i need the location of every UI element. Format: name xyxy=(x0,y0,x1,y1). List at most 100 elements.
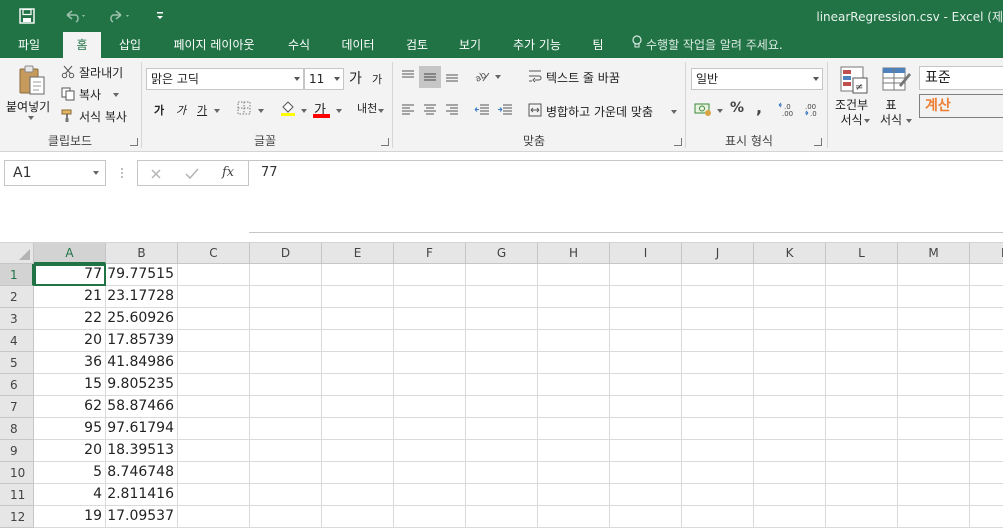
cell-i2[interactable] xyxy=(610,286,682,308)
cell-a7[interactable]: 62 xyxy=(34,396,106,418)
cell-h9[interactable] xyxy=(538,440,610,462)
cell-j4[interactable] xyxy=(682,330,754,352)
cell-k6[interactable] xyxy=(754,374,826,396)
row-header[interactable]: 10 xyxy=(0,462,34,484)
enter-check-icon[interactable] xyxy=(182,165,202,183)
cell-a4[interactable]: 20 xyxy=(34,330,106,352)
fill-color-icon[interactable] xyxy=(280,98,296,118)
cell-m2[interactable] xyxy=(898,286,970,308)
cell-c10[interactable] xyxy=(178,462,250,484)
cell-f3[interactable] xyxy=(394,308,466,330)
conditional-formatting-icon[interactable]: ≠ xyxy=(838,64,870,96)
copy-button[interactable]: 복사 xyxy=(79,86,101,103)
conditional-dropdown-icon[interactable] xyxy=(864,119,870,123)
cell-n6[interactable] xyxy=(970,374,1003,396)
cell-j12[interactable] xyxy=(682,506,754,528)
cell-e3[interactable] xyxy=(322,308,394,330)
underline-button[interactable]: 가 xyxy=(197,102,207,118)
cell-h6[interactable] xyxy=(538,374,610,396)
cell-f8[interactable] xyxy=(394,418,466,440)
cell-c4[interactable] xyxy=(178,330,250,352)
underline-dropdown-icon[interactable] xyxy=(214,109,220,113)
cell-style-normal[interactable]: 표준 xyxy=(919,66,1003,90)
alignment-launcher-icon[interactable] xyxy=(674,138,682,146)
cell-n1[interactable] xyxy=(970,264,1003,286)
cell-i10[interactable] xyxy=(610,462,682,484)
cell-h11[interactable] xyxy=(538,484,610,506)
cell-l1[interactable] xyxy=(826,264,898,286)
cell-k12[interactable] xyxy=(754,506,826,528)
font-color-dropdown-icon[interactable] xyxy=(336,109,342,113)
orientation-dropdown-icon[interactable] xyxy=(495,75,501,79)
cell-j7[interactable] xyxy=(682,396,754,418)
cell-m5[interactable] xyxy=(898,352,970,374)
cell-h5[interactable] xyxy=(538,352,610,374)
cell-l3[interactable] xyxy=(826,308,898,330)
row-header[interactable]: 1 xyxy=(0,264,34,286)
cell-f10[interactable] xyxy=(394,462,466,484)
cell-b4[interactable]: 17.85739 xyxy=(106,330,178,352)
cell-n7[interactable] xyxy=(970,396,1003,418)
cell-j1[interactable] xyxy=(682,264,754,286)
cell-c5[interactable] xyxy=(178,352,250,374)
select-all-button[interactable] xyxy=(0,243,34,264)
cell-l9[interactable] xyxy=(826,440,898,462)
cell-f11[interactable] xyxy=(394,484,466,506)
cell-a3[interactable]: 22 xyxy=(34,308,106,330)
row-header[interactable]: 9 xyxy=(0,440,34,462)
column-header-l[interactable]: L xyxy=(826,243,898,264)
cell-d6[interactable] xyxy=(250,374,322,396)
cell-e9[interactable] xyxy=(322,440,394,462)
cell-h1[interactable] xyxy=(538,264,610,286)
merge-center-button[interactable]: 병합하고 가운데 맞춤 xyxy=(546,103,653,120)
cell-f4[interactable] xyxy=(394,330,466,352)
cell-m12[interactable] xyxy=(898,506,970,528)
cell-b7[interactable]: 58.87466 xyxy=(106,396,178,418)
cell-e7[interactable] xyxy=(322,396,394,418)
align-center-icon[interactable] xyxy=(420,100,440,120)
cell-n8[interactable] xyxy=(970,418,1003,440)
cell-l8[interactable] xyxy=(826,418,898,440)
cell-m9[interactable] xyxy=(898,440,970,462)
table-dropdown-icon[interactable] xyxy=(906,119,912,123)
orientation-icon[interactable]: ab xyxy=(472,66,492,86)
cell-d11[interactable] xyxy=(250,484,322,506)
row-header[interactable]: 12 xyxy=(0,506,34,528)
cancel-icon[interactable] xyxy=(146,165,166,183)
format-as-table-button[interactable]: 표 서식 xyxy=(880,98,902,128)
increase-indent-icon[interactable] xyxy=(495,100,515,120)
cell-b11[interactable]: 2.811416 xyxy=(106,484,178,506)
cell-i11[interactable] xyxy=(610,484,682,506)
tab-formulas[interactable]: 수식 xyxy=(278,32,320,58)
cell-g12[interactable] xyxy=(466,506,538,528)
bold-button[interactable]: 가 xyxy=(154,102,164,118)
cell-h3[interactable] xyxy=(538,308,610,330)
cell-m10[interactable] xyxy=(898,462,970,484)
cell-m7[interactable] xyxy=(898,396,970,418)
cell-e2[interactable] xyxy=(322,286,394,308)
cell-k2[interactable] xyxy=(754,286,826,308)
italic-button[interactable]: 가 xyxy=(176,102,186,118)
cell-c9[interactable] xyxy=(178,440,250,462)
cell-n12[interactable] xyxy=(970,506,1003,528)
column-header-d[interactable]: D xyxy=(250,243,322,264)
cell-a10[interactable]: 5 xyxy=(34,462,106,484)
cell-d12[interactable] xyxy=(250,506,322,528)
tab-page-layout[interactable]: 페이지 레이아웃 xyxy=(160,32,268,58)
cell-g5[interactable] xyxy=(466,352,538,374)
phonetic-dropdown-icon[interactable] xyxy=(378,109,384,113)
cell-j10[interactable] xyxy=(682,462,754,484)
cell-a8[interactable]: 95 xyxy=(34,418,106,440)
cell-c8[interactable] xyxy=(178,418,250,440)
cell-e5[interactable] xyxy=(322,352,394,374)
cell-n5[interactable] xyxy=(970,352,1003,374)
insert-function-button[interactable]: fx xyxy=(222,165,234,180)
cell-k3[interactable] xyxy=(754,308,826,330)
cell-c6[interactable] xyxy=(178,374,250,396)
percent-style-button[interactable]: % xyxy=(730,100,744,116)
tab-insert[interactable]: 삽입 xyxy=(108,32,152,58)
worksheet-grid[interactable]: ABCDEFGHIJKLMN17779.7751522123.177283222… xyxy=(0,242,1003,529)
cell-f1[interactable] xyxy=(394,264,466,286)
cell-k5[interactable] xyxy=(754,352,826,374)
align-bottom-icon[interactable] xyxy=(442,66,462,86)
